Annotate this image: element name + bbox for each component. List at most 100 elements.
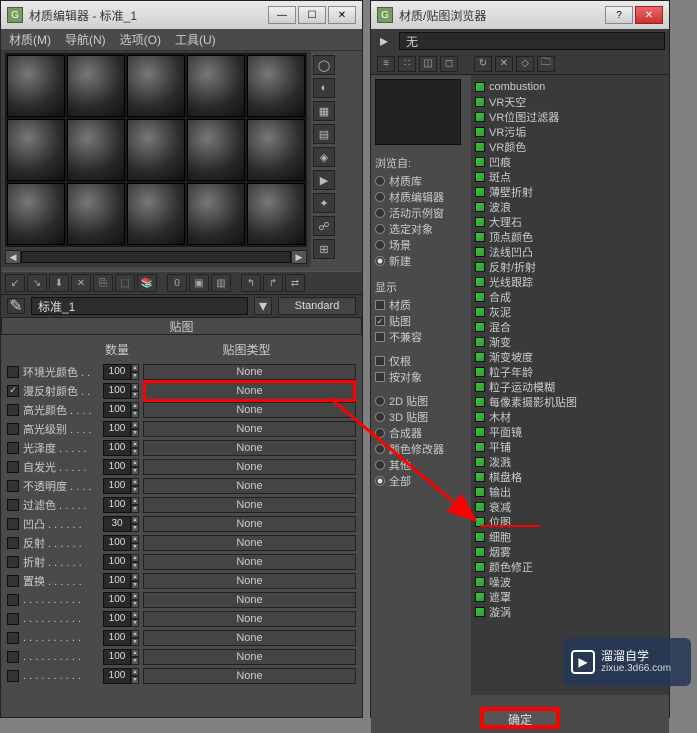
- map-amount-spinner[interactable]: ▲▼: [103, 516, 139, 532]
- map-amount-spinner[interactable]: ▲▼: [103, 649, 139, 665]
- radio-icon[interactable]: [375, 224, 385, 234]
- map-list-item[interactable]: 合成: [475, 289, 665, 304]
- map-list-item[interactable]: 光线跟踪: [475, 274, 665, 289]
- map-list-item[interactable]: 混合: [475, 319, 665, 334]
- map-amount-spinner[interactable]: ▲▼: [103, 630, 139, 646]
- map-list-item[interactable]: VR颜色: [475, 139, 665, 154]
- map-slot-button[interactable]: None: [143, 440, 356, 456]
- radio-icon[interactable]: [375, 460, 385, 470]
- map-list-item[interactable]: 噪波: [475, 574, 665, 589]
- copy-icon[interactable]: ⎘: [93, 274, 113, 292]
- map-enable-checkbox[interactable]: [7, 594, 19, 606]
- map-slot-button[interactable]: None: [143, 649, 356, 665]
- filter-option[interactable]: 其他: [375, 457, 467, 473]
- map-list-item[interactable]: 漩涡: [475, 604, 665, 619]
- radio-icon[interactable]: [375, 396, 385, 406]
- mat-slot-config-icon[interactable]: ⊞: [313, 239, 335, 259]
- map-slot-button[interactable]: None: [143, 668, 356, 684]
- titlebar[interactable]: G 材质编辑器 - 标准_1 — ☐ ✕: [1, 1, 362, 29]
- material-name-input[interactable]: [31, 297, 248, 315]
- map-amount-input[interactable]: [103, 383, 131, 399]
- material-slot[interactable]: [67, 55, 125, 117]
- map-list-item[interactable]: 粒子运动模糊: [475, 379, 665, 394]
- map-list-item[interactable]: VR天空: [475, 94, 665, 109]
- checkbox-icon[interactable]: [375, 372, 385, 382]
- map-amount-input[interactable]: [103, 554, 131, 570]
- view-small-icon[interactable]: ∷: [398, 56, 416, 72]
- map-amount-spinner[interactable]: ▲▼: [103, 478, 139, 494]
- clear-icon[interactable]: ◇: [516, 56, 534, 72]
- map-amount-input[interactable]: [103, 402, 131, 418]
- spin-down-icon[interactable]: ▼: [131, 657, 139, 665]
- map-slot-button[interactable]: None: [143, 402, 356, 418]
- assign-icon[interactable]: ⬇: [49, 274, 69, 292]
- browse-from-option[interactable]: 场景: [375, 237, 467, 253]
- material-slot[interactable]: [127, 55, 185, 117]
- map-enable-checkbox[interactable]: [7, 423, 19, 435]
- map-amount-input[interactable]: [103, 516, 131, 532]
- slot-hscrollbar[interactable]: ◀ ▶: [5, 249, 307, 265]
- spin-down-icon[interactable]: ▼: [131, 524, 139, 532]
- help-button[interactable]: ?: [605, 6, 633, 24]
- radio-icon[interactable]: [375, 476, 385, 486]
- spin-down-icon[interactable]: ▼: [131, 676, 139, 684]
- options-icon[interactable]: ✦: [313, 193, 335, 213]
- reset-icon[interactable]: ✕: [71, 274, 91, 292]
- filter-option[interactable]: 全部: [375, 473, 467, 489]
- menu-options[interactable]: 选项(O): [120, 31, 161, 48]
- minimize-button[interactable]: —: [268, 6, 296, 24]
- material-slot[interactable]: [67, 119, 125, 181]
- put-library-icon[interactable]: 📚: [137, 274, 157, 292]
- map-slot-button[interactable]: None: [143, 364, 356, 380]
- map-slot-button[interactable]: None: [143, 611, 356, 627]
- map-amount-input[interactable]: [103, 497, 131, 513]
- filter-option[interactable]: 颜色修改器: [375, 441, 467, 457]
- browse-from-option[interactable]: 新建: [375, 253, 467, 269]
- map-amount-spinner[interactable]: ▲▼: [103, 421, 139, 437]
- spin-down-icon[interactable]: ▼: [131, 467, 139, 475]
- map-list-item[interactable]: 波浪: [475, 199, 665, 214]
- root-option[interactable]: 仅根: [375, 353, 467, 369]
- scroll-track[interactable]: [21, 251, 291, 263]
- material-slot[interactable]: [127, 119, 185, 181]
- map-amount-spinner[interactable]: ▲▼: [103, 440, 139, 456]
- show-map-icon[interactable]: ▣: [189, 274, 209, 292]
- map-amount-spinner[interactable]: ▲▼: [103, 402, 139, 418]
- get-material-icon[interactable]: ↙: [5, 274, 25, 292]
- map-slot-button[interactable]: None: [143, 573, 356, 589]
- map-list-item[interactable]: 颜色修正: [475, 559, 665, 574]
- browse-from-option[interactable]: 活动示例窗: [375, 205, 467, 221]
- map-list-item[interactable]: 平铺: [475, 439, 665, 454]
- spin-up-icon[interactable]: ▲: [131, 554, 139, 562]
- spin-down-icon[interactable]: ▼: [131, 410, 139, 418]
- go-parent-icon[interactable]: ↰: [241, 274, 261, 292]
- radio-icon[interactable]: [375, 256, 385, 266]
- map-amount-spinner[interactable]: ▲▼: [103, 554, 139, 570]
- put-to-scene-icon[interactable]: ↘: [27, 274, 47, 292]
- view-list-icon[interactable]: ≡: [377, 56, 395, 72]
- browse-from-option[interactable]: 选定对象: [375, 221, 467, 237]
- spin-down-icon[interactable]: ▼: [131, 448, 139, 456]
- map-enable-checkbox[interactable]: [7, 670, 19, 682]
- map-amount-input[interactable]: [103, 630, 131, 646]
- map-list-item[interactable]: 灰泥: [475, 304, 665, 319]
- material-type-button[interactable]: Standard: [278, 297, 356, 315]
- spin-up-icon[interactable]: ▲: [131, 516, 139, 524]
- spin-down-icon[interactable]: ▼: [131, 429, 139, 437]
- map-list-item[interactable]: 斑点: [475, 169, 665, 184]
- map-enable-checkbox[interactable]: [7, 442, 19, 454]
- map-slot-button[interactable]: None: [143, 630, 356, 646]
- material-slot[interactable]: [127, 183, 185, 245]
- map-amount-spinner[interactable]: ▲▼: [103, 592, 139, 608]
- sample-type-icon[interactable]: ◯: [313, 55, 335, 75]
- checkbox-icon[interactable]: [375, 356, 385, 366]
- map-slot-button[interactable]: None: [143, 478, 356, 494]
- map-list-item[interactable]: 细胞: [475, 529, 665, 544]
- menu-nav[interactable]: 导航(N): [65, 31, 106, 48]
- material-slot[interactable]: [67, 183, 125, 245]
- map-amount-spinner[interactable]: ▲▼: [103, 611, 139, 627]
- map-amount-spinner[interactable]: ▲▼: [103, 535, 139, 551]
- map-slot-button[interactable]: None: [143, 592, 356, 608]
- spin-down-icon[interactable]: ▼: [131, 372, 139, 380]
- maximize-button[interactable]: ☐: [298, 6, 326, 24]
